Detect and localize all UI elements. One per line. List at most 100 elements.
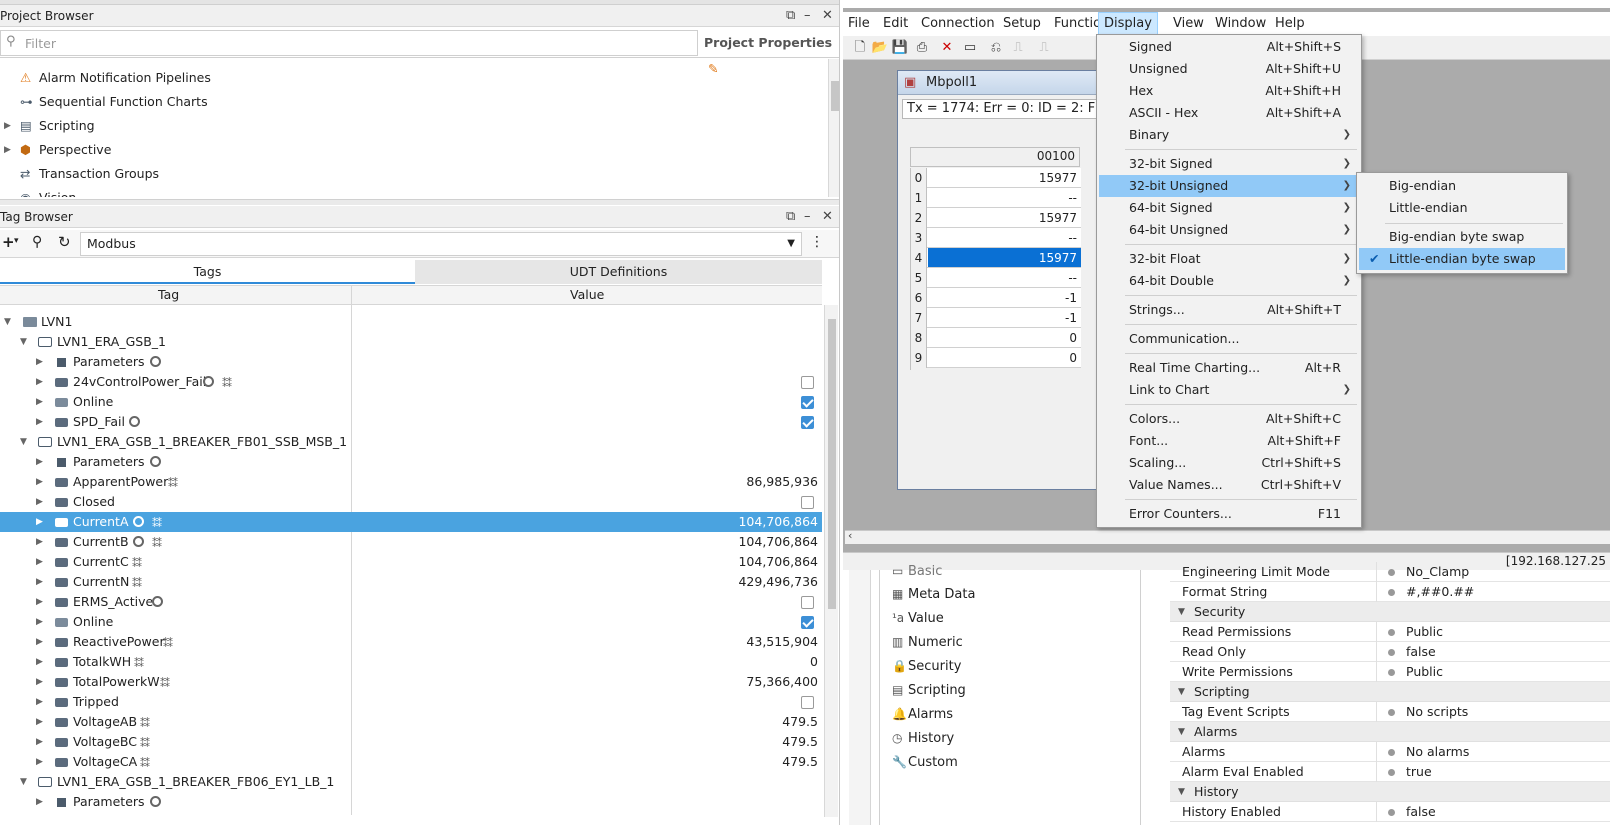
- table-row[interactable]: ▶ TotalkWH ⁑⁑ 0: [0, 652, 822, 672]
- collapse-arrow-icon[interactable]: ▼: [20, 432, 27, 452]
- table-row[interactable]: ▶ Tripped: [0, 692, 822, 712]
- menu-help[interactable]: Help: [1270, 12, 1310, 36]
- tree-item[interactable]: ▶ ▤ Scripting: [0, 116, 822, 136]
- property-value[interactable]: No scripts: [1406, 702, 1468, 722]
- pulse-icon[interactable]: ⎍: [1035, 39, 1053, 57]
- menu-item-colors[interactable]: Colors... Alt+Shift+C: [1099, 408, 1359, 430]
- table-row[interactable]: ▼ LVN1_ERA_GSB_1_BREAKER_FB06_EY1_LB_1: [0, 772, 822, 792]
- menu-item-hex[interactable]: Hex Alt+Shift+H: [1099, 80, 1359, 102]
- menu-item-ascii-hex[interactable]: ASCII - Hex Alt+Shift+A: [1099, 102, 1359, 124]
- menu-item-font[interactable]: Font... Alt+Shift+F: [1099, 430, 1359, 452]
- expand-arrow-icon[interactable]: ▶: [36, 372, 43, 392]
- expand-arrow-icon[interactable]: ▶: [36, 632, 43, 652]
- menu-window[interactable]: Window: [1210, 12, 1271, 36]
- menu-item-64bit-unsigned[interactable]: 64-bit Unsigned ❯: [1099, 219, 1359, 241]
- expand-arrow-icon[interactable]: ▶: [36, 352, 43, 372]
- menu-item-error-counters[interactable]: Error Counters... F11: [1099, 503, 1359, 525]
- nav-security[interactable]: 🔒Security: [892, 655, 961, 677]
- menu-item-big-endian[interactable]: Big-endian: [1359, 175, 1565, 197]
- menu-display[interactable]: Display: [1098, 12, 1158, 36]
- property-value[interactable]: No_Clamp: [1406, 562, 1469, 582]
- property-value[interactable]: Public: [1406, 622, 1443, 642]
- expand-arrow-icon[interactable]: ▶: [4, 140, 11, 160]
- table-row[interactable]: 5 --: [911, 268, 1081, 288]
- column-header-value[interactable]: Value: [570, 286, 604, 304]
- value-cell[interactable]: [928, 308, 1081, 327]
- nav-history[interactable]: ◷ History: [892, 727, 954, 749]
- expand-arrow-icon[interactable]: ▶: [36, 392, 43, 412]
- menu-item-big-endian-byte-swap[interactable]: Big-endian byte swap: [1359, 226, 1565, 248]
- save-icon[interactable]: 💾: [891, 39, 909, 57]
- expand-arrow-icon[interactable]: ▶: [36, 572, 43, 592]
- menu-item-32bit-unsigned[interactable]: 32-bit Unsigned ❯: [1099, 175, 1359, 197]
- expand-arrow-icon[interactable]: ▶: [36, 412, 43, 432]
- table-row[interactable]: 80: [911, 328, 1081, 348]
- scroll-thumb[interactable]: [828, 319, 836, 609]
- property-row[interactable]: Read Only false: [1170, 642, 1610, 662]
- menu-item-32bit-float[interactable]: 32-bit Float ❯: [1099, 248, 1359, 270]
- close-icon[interactable]: ✕: [822, 5, 833, 27]
- expand-arrow-icon[interactable]: ▶: [36, 512, 43, 532]
- menu-item-32bit-signed[interactable]: 32-bit Signed ❯: [1099, 153, 1359, 175]
- value-cell[interactable]: [928, 268, 1081, 287]
- table-row[interactable]: ▶ ApparentPower ⁑⁑ 86,985,936: [0, 472, 822, 492]
- menu-item-little-endian-byte-swap[interactable]: ✔ Little-endian byte swap: [1359, 248, 1565, 270]
- table-row[interactable]: ▶ VoltageCA ⁑⁑ 479.5: [0, 752, 822, 772]
- value-checkbox[interactable]: [801, 696, 814, 709]
- property-group-alarms[interactable]: ▼ Alarms: [1170, 722, 1610, 742]
- menu-item-64bit-signed[interactable]: 64-bit Signed ❯: [1099, 197, 1359, 219]
- table-row[interactable]: ▶ VoltageAB ⁑⁑ 479.5: [0, 712, 822, 732]
- new-icon[interactable]: 🗋: [851, 39, 869, 57]
- table-row[interactable]: 6 -1: [911, 288, 1081, 308]
- value-checkbox[interactable]: [801, 416, 814, 429]
- property-row[interactable]: Read Permissions Public: [1170, 622, 1610, 642]
- table-row-selected[interactable]: ▶ CurrentA ⁑⁑ 104,706,864: [0, 512, 822, 532]
- value-cell[interactable]: [928, 188, 1081, 207]
- table-row[interactable]: ▶ Closed: [0, 492, 822, 512]
- search-icon[interactable]: ⚲: [32, 234, 42, 250]
- menu-item-64bit-double[interactable]: 64-bit Double ❯: [1099, 270, 1359, 292]
- nav-basic[interactable]: ▭ Basic: [892, 560, 942, 582]
- project-tree-scrollbar[interactable]: [828, 59, 839, 197]
- expand-arrow-icon[interactable]: ▶: [4, 116, 11, 136]
- disconnect-icon[interactable]: ⎍: [1009, 39, 1027, 57]
- table-row[interactable]: ▼ LVN1_ERA_GSB_1: [0, 332, 822, 352]
- property-group-security[interactable]: ▼ Security: [1170, 602, 1610, 622]
- property-row[interactable]: Write Permissions Public: [1170, 662, 1610, 682]
- menu-item-value-names[interactable]: Value Names... Ctrl+Shift+V: [1099, 474, 1359, 496]
- property-value[interactable]: No alarms: [1406, 742, 1469, 762]
- minimize-icon[interactable]: –: [804, 5, 811, 27]
- table-row[interactable]: ▶ Parameters: [0, 352, 822, 372]
- menu-item-communication[interactable]: Communication...: [1099, 328, 1359, 350]
- menu-setup[interactable]: Setup: [998, 12, 1046, 36]
- tree-item[interactable]: ◉ Vision: [0, 188, 822, 197]
- print-icon[interactable]: ⎙: [913, 39, 931, 57]
- table-row[interactable]: ▶ Online: [0, 392, 822, 412]
- expand-arrow-icon[interactable]: ▶: [36, 612, 43, 632]
- delete-icon[interactable]: ✕: [938, 39, 956, 57]
- property-value[interactable]: true: [1406, 762, 1432, 782]
- window-icon[interactable]: ▭: [961, 39, 979, 57]
- column-header-tag[interactable]: Tag: [158, 286, 179, 304]
- value-checkbox[interactable]: [801, 616, 814, 629]
- tree-item[interactable]: ▶ ⬢ Perspective: [0, 140, 822, 160]
- tree-item[interactable]: ⚠ Alarm Notification Pipelines: [0, 68, 822, 88]
- collapse-arrow-icon[interactable]: ▼: [4, 312, 11, 332]
- table-row[interactable]: 2 15977: [911, 208, 1081, 228]
- property-group-scripting[interactable]: ▼ Scripting: [1170, 682, 1610, 702]
- menu-item-link-to-chart[interactable]: Link to Chart ❯: [1099, 379, 1359, 401]
- menu-item-unsigned[interactable]: Unsigned Alt+Shift+U: [1099, 58, 1359, 80]
- connect-icon[interactable]: ⎌: [987, 39, 1005, 57]
- menu-connection[interactable]: Connection: [916, 12, 1000, 36]
- menu-file[interactable]: File: [843, 12, 875, 36]
- value-checkbox[interactable]: [801, 376, 814, 389]
- table-row[interactable]: ▶ CurrentB ⁑⁑ 104,706,864: [0, 532, 822, 552]
- restore-icon[interactable]: ⧉: [786, 206, 795, 228]
- nav-custom[interactable]: 🔧Custom: [892, 751, 958, 773]
- table-row[interactable]: 0 15977: [911, 168, 1081, 188]
- add-icon[interactable]: +: [2, 233, 15, 251]
- scroll-left-icon[interactable]: ‹: [848, 529, 852, 542]
- menu-item-binary[interactable]: Binary ❯: [1099, 124, 1359, 146]
- nav-meta-data[interactable]: ▦ Meta Data: [892, 583, 975, 605]
- table-row[interactable]: ▶ ERMS_Active: [0, 592, 822, 612]
